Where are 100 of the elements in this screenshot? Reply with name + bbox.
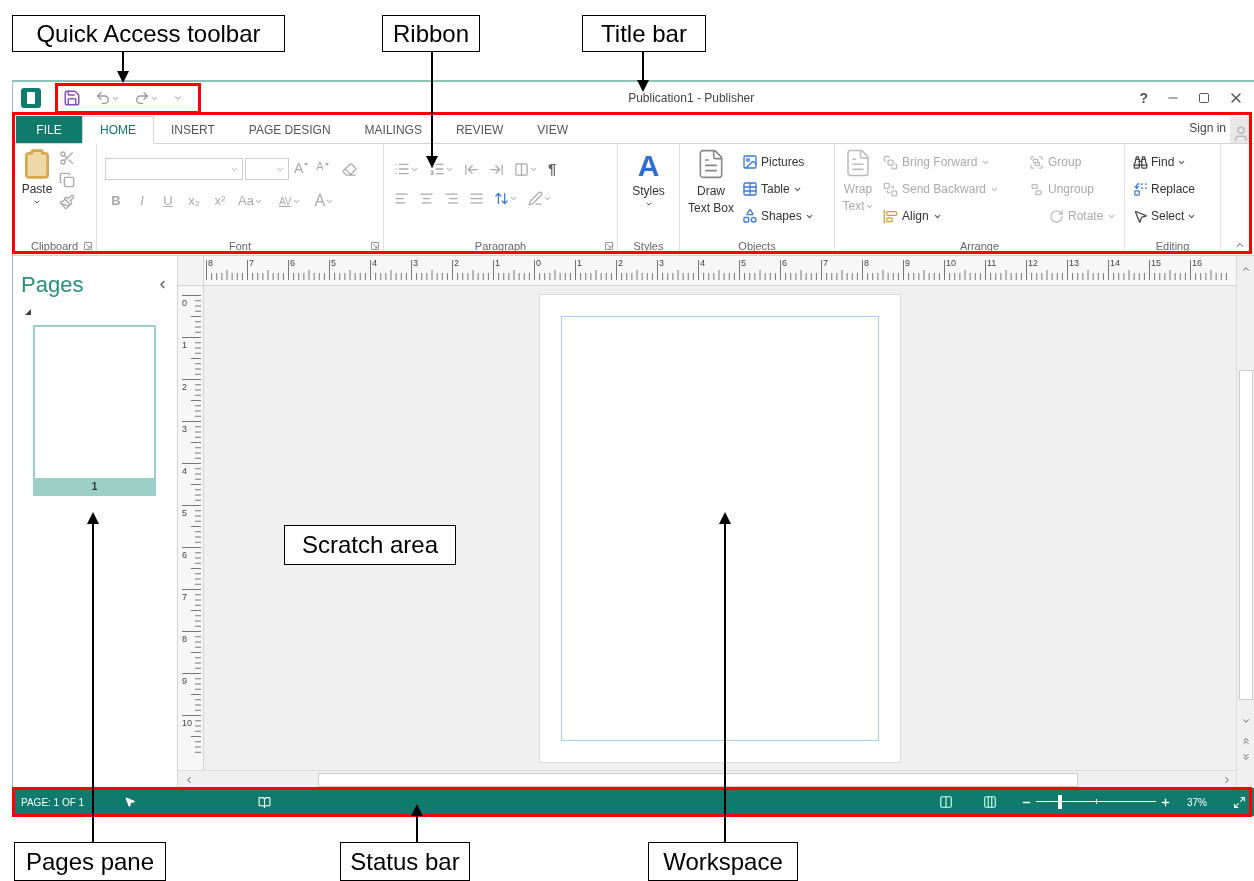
zoom-level[interactable]: 37% (1187, 794, 1207, 810)
zoom-slider[interactable] (1036, 795, 1156, 809)
editing-button[interactable]: Replace (1133, 178, 1197, 200)
callout-arrow (117, 51, 129, 83)
ribbon-tab[interactable]: VIEW (520, 116, 585, 144)
ruler-number: 2 (454, 258, 459, 268)
ribbon-tab[interactable]: PAGE DESIGN (231, 116, 348, 144)
styles-button[interactable]: A Styles (622, 148, 675, 237)
maximize-icon[interactable] (1198, 92, 1210, 104)
arrange-button[interactable]: Align (883, 205, 1023, 227)
zoom-in-icon[interactable] (1160, 796, 1171, 808)
align-icon (883, 208, 898, 224)
insert-object-button[interactable]: Shapes (742, 205, 814, 227)
file-tab[interactable]: FILE (16, 116, 82, 143)
group-label: Editing (1155, 238, 1190, 254)
copy-icon[interactable] (59, 172, 75, 188)
show-marks-button[interactable]: ¶ (548, 158, 557, 181)
callout-label: Title bar (582, 15, 706, 52)
cut-icon[interactable] (59, 150, 75, 166)
line-spacing-icon[interactable] (494, 190, 509, 206)
callout-label: Status bar (340, 842, 470, 881)
ruler-number: 12 (1028, 258, 1038, 268)
editing-button[interactable]: Select (1133, 205, 1197, 227)
justify-icon[interactable] (469, 190, 484, 206)
ruler-number: 0 (536, 258, 541, 268)
ruler-number: 9 (182, 676, 187, 686)
clear-formatting-icon[interactable] (341, 161, 357, 177)
previous-page-icon[interactable] (1240, 736, 1251, 746)
ruler-number: 2 (618, 258, 623, 268)
ruler-number: 10 (946, 258, 956, 268)
ruler-number: 8 (208, 258, 213, 268)
pointer-icon (124, 796, 137, 808)
horizontal-scrollbar[interactable] (178, 770, 1236, 788)
format-painter-icon[interactable] (59, 194, 75, 210)
dialog-launcher-icon[interactable] (605, 242, 613, 250)
save-icon[interactable] (63, 89, 81, 107)
align-right-icon[interactable] (444, 190, 459, 206)
ruler-number: 3 (413, 258, 418, 268)
align-left-icon[interactable] (394, 190, 409, 206)
scroll-up-icon[interactable] (1240, 264, 1251, 274)
account-avatar[interactable] (1230, 117, 1252, 143)
font-size-field[interactable] (245, 158, 289, 180)
section-expand-icon[interactable] (25, 309, 31, 315)
scroll-left-icon[interactable] (184, 774, 194, 785)
ruler-number: 3 (182, 424, 187, 434)
picture-icon (742, 154, 758, 170)
caret-icon (644, 200, 653, 208)
font-name-field[interactable] (105, 158, 243, 180)
draw-text-box-button[interactable]: Draw Text Box (684, 148, 738, 237)
insert-object-button[interactable]: Table (742, 178, 814, 200)
pane-title: Pages (21, 271, 84, 299)
ruler-number: 4 (182, 466, 187, 476)
send-backward-icon (883, 181, 898, 197)
scroll-right-icon[interactable] (1222, 774, 1232, 785)
scroll-down-icon[interactable] (1240, 716, 1251, 726)
dialog-launcher-icon[interactable] (84, 242, 92, 250)
replace-icon (1133, 181, 1148, 197)
vertical-scrollbar[interactable] (1236, 256, 1254, 788)
ruler-number: 4 (700, 258, 705, 268)
bring-forward-icon (883, 154, 898, 170)
ribbon-tab[interactable]: INSERT (154, 116, 232, 144)
insert-object-button[interactable]: Pictures (742, 151, 814, 173)
undo-icon[interactable] (95, 90, 111, 106)
zoom-thumb[interactable] (1058, 795, 1062, 809)
redo-icon[interactable] (134, 90, 150, 106)
numbering-icon[interactable] (429, 161, 445, 178)
paste-button[interactable]: Paste (17, 148, 57, 237)
ruler-number: 11 (987, 258, 997, 268)
app-logo-icon (21, 88, 41, 108)
ribbon-tab[interactable]: HOME (82, 116, 154, 144)
group-icon (1029, 154, 1044, 170)
ruler-number: 2 (182, 382, 187, 392)
two-page-view-icon[interactable] (983, 795, 997, 809)
ruler-number: 9 (905, 258, 910, 268)
text-direction-icon[interactable] (528, 190, 543, 206)
ruler-number: 7 (182, 592, 187, 602)
customize-icon[interactable] (173, 93, 183, 103)
single-page-view-icon[interactable] (939, 795, 953, 809)
ungroup-icon (1029, 181, 1044, 197)
ruler-number: 7 (249, 258, 254, 268)
ruler-number: 6 (290, 258, 295, 268)
scrollbar-thumb[interactable] (318, 772, 1078, 787)
scrollbar-thumb[interactable] (1238, 370, 1253, 700)
columns-icon[interactable] (514, 161, 529, 177)
editing-button[interactable]: Find (1133, 151, 1197, 173)
callout-arrow (637, 51, 649, 92)
fit-page-icon[interactable] (1233, 795, 1246, 809)
callout-label: Quick Access toolbar (12, 15, 285, 52)
group-label: Styles (633, 238, 664, 254)
layout-icon[interactable] (258, 795, 272, 809)
help-button[interactable]: ? (1139, 87, 1148, 109)
ribbon-tab[interactable]: MAILINGS (347, 116, 439, 144)
sign-in-link[interactable]: Sign in (1189, 119, 1226, 137)
page-thumbnail[interactable]: 1 (33, 325, 156, 496)
ruler-number: 1 (577, 258, 582, 268)
dialog-launcher-icon[interactable] (371, 242, 379, 250)
align-center-icon[interactable] (419, 190, 434, 206)
ruler-number: 13 (1069, 258, 1079, 268)
ribbon-tab[interactable]: REVIEW (438, 116, 521, 144)
next-page-icon[interactable] (1240, 752, 1251, 762)
